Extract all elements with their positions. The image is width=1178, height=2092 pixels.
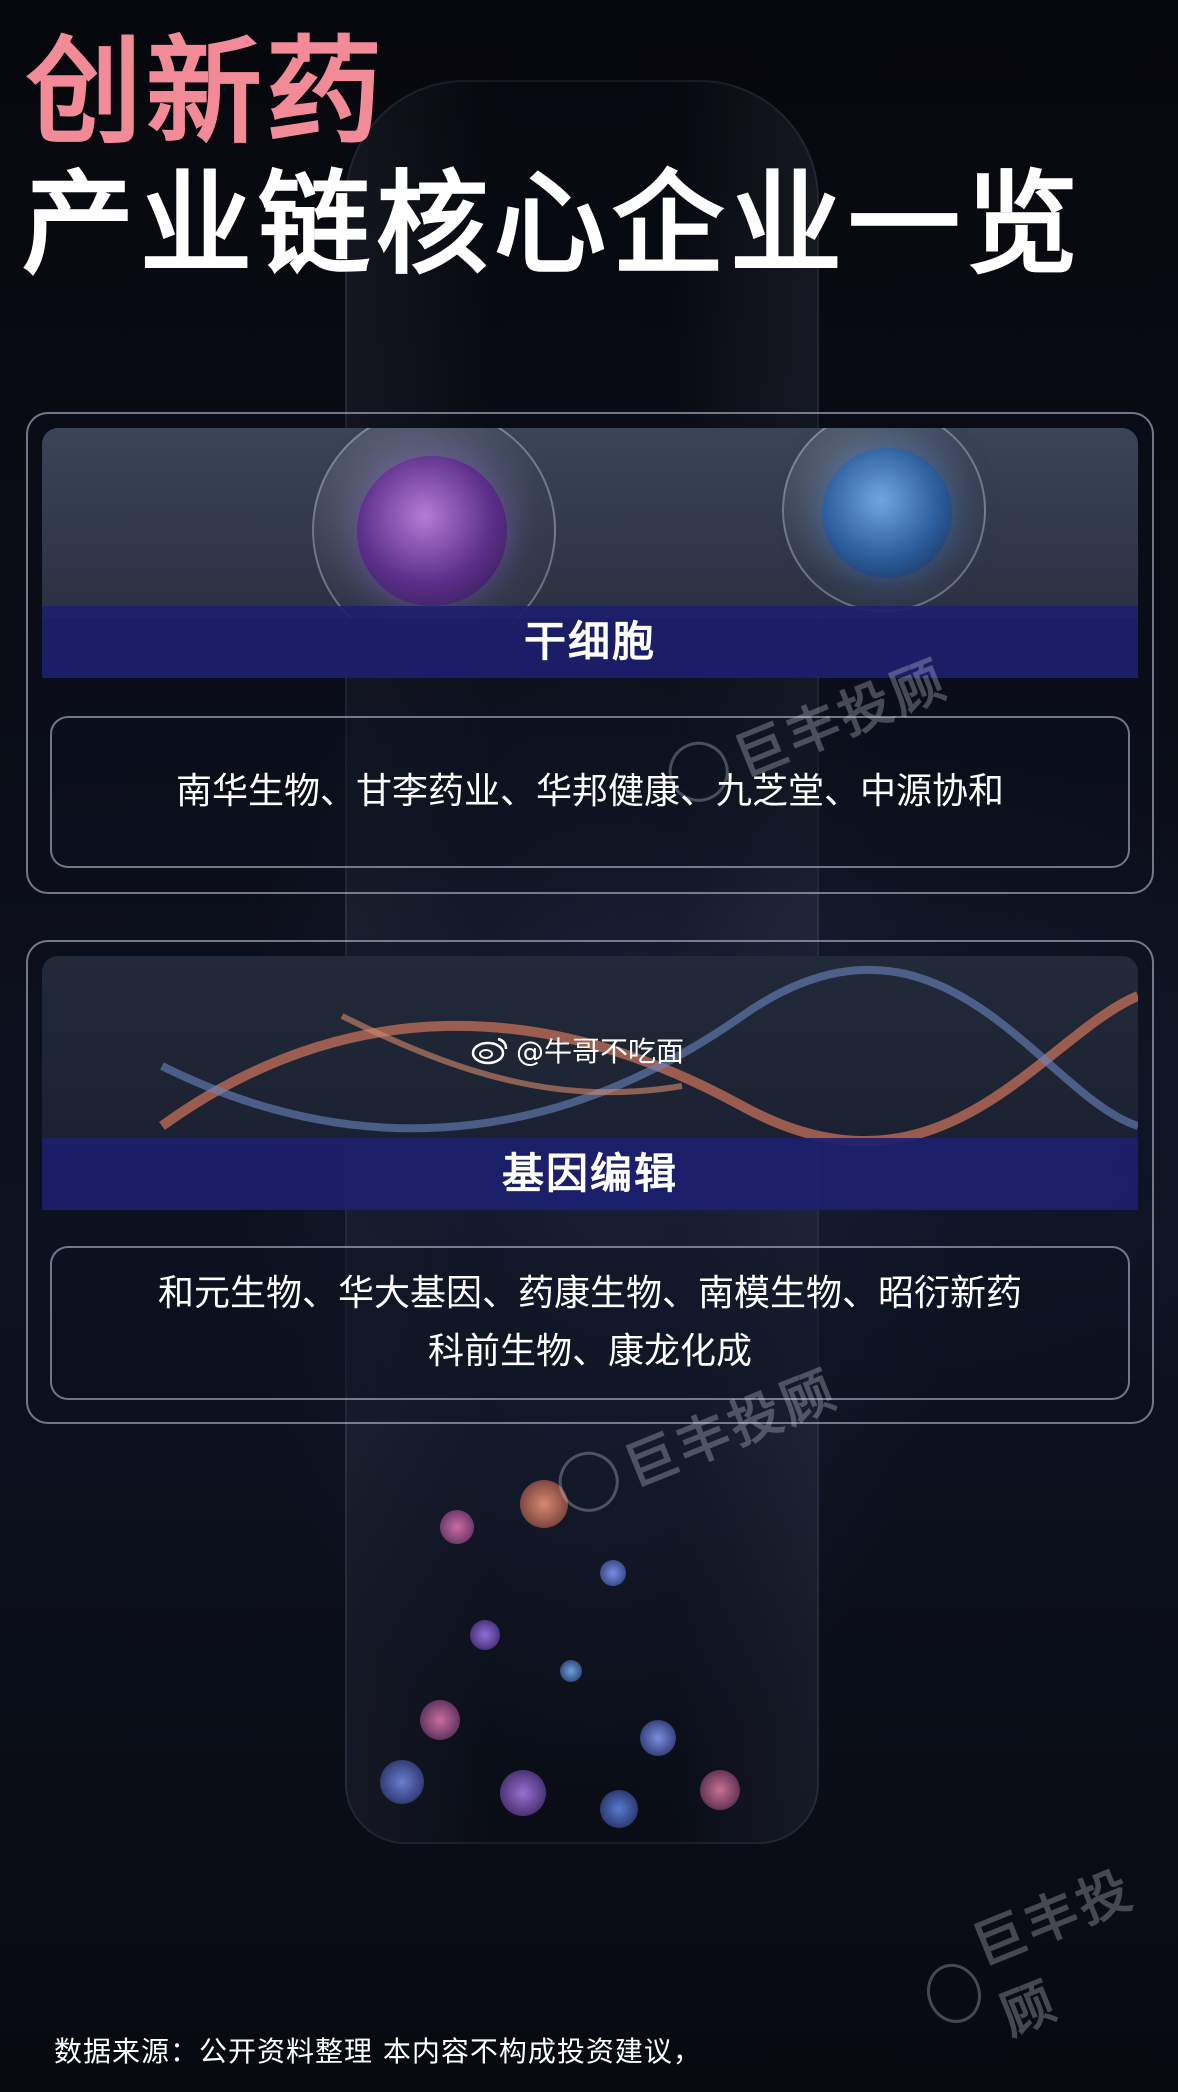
company-list: 和元生物、华大基因、药康生物、南模生物、昭衍新药 科前生物、康龙化成 — [50, 1246, 1130, 1400]
molecule-dot — [500, 1770, 546, 1816]
section-header: 基因编辑 — [42, 1138, 1138, 1210]
molecule-dot — [380, 1760, 424, 1804]
page-title: 产业链核心企业一览 — [22, 160, 1084, 290]
company-list: 南华生物、甘李药业、华邦健康、九芝堂、中源协和 — [50, 716, 1130, 868]
cell-icon — [822, 448, 952, 578]
molecule-dot — [640, 1720, 676, 1756]
molecule-dot — [560, 1660, 582, 1682]
section-image — [42, 428, 1138, 618]
company-list-line: 和元生物、华大基因、药康生物、南模生物、昭衍新药 — [157, 1273, 1022, 1314]
company-list-line: 科前生物、康龙化成 — [427, 1331, 752, 1372]
section-header: 干细胞 — [42, 606, 1138, 678]
weibo-handle-text: @牛哥不吃面 — [516, 1035, 685, 1068]
weibo-handle: @牛哥不吃面 — [470, 1030, 684, 1070]
page-title-highlight: 创新药 — [26, 25, 386, 160]
section-stem-cell: 干细胞 南华生物、甘李药业、华邦健康、九芝堂、中源协和 — [26, 412, 1154, 894]
molecule-dot — [420, 1700, 460, 1740]
molecule-dot — [600, 1560, 626, 1586]
cell-icon — [357, 456, 507, 606]
weibo-logo-icon — [470, 1035, 510, 1065]
section-gene-editing: 基因编辑 和元生物、华大基因、药康生物、南模生物、昭衍新药 科前生物、康龙化成 — [26, 940, 1154, 1424]
molecule-dot — [600, 1790, 638, 1828]
company-list-line: 南华生物、甘李药业、华邦健康、九芝堂、中源协和 — [175, 771, 1004, 812]
molecule-dot — [440, 1510, 474, 1544]
molecule-dot — [700, 1770, 740, 1810]
footer-disclaimer: 数据来源：公开资料整理 本内容不构成投资建议， — [54, 2035, 702, 2068]
molecule-dot — [470, 1620, 500, 1650]
